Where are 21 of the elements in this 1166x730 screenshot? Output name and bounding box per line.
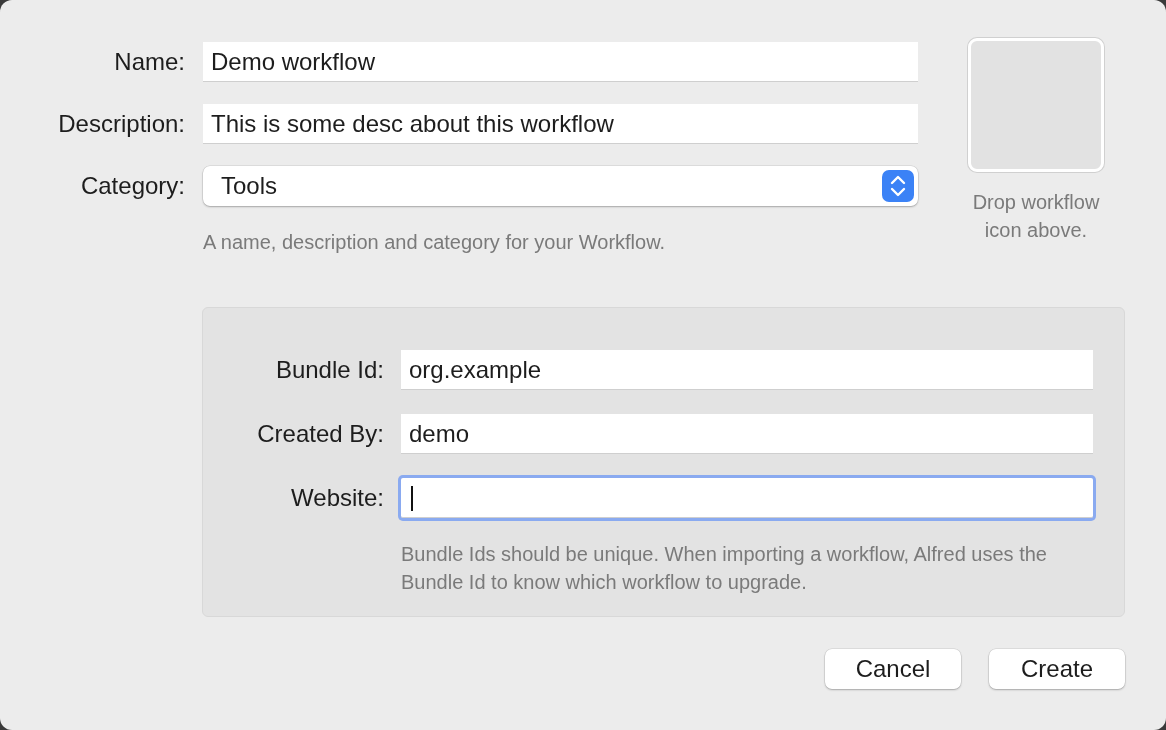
drop-caption: Drop workflow icon above.	[971, 190, 1101, 243]
field-label: Created By:	[256, 420, 384, 448]
text-field[interactable]: org.example	[401, 350, 1093, 390]
hint-text: A name, description and category for your Workflow.	[203, 230, 667, 255]
field-label: Description:	[57, 110, 185, 138]
icon-drop-well[interactable]	[968, 38, 1104, 172]
popup-value: Tools	[221, 172, 278, 200]
text-field[interactable]: demo	[401, 414, 1093, 454]
dialog-button[interactable]: Cancel	[825, 649, 961, 689]
field-label: Website:	[290, 484, 384, 512]
text-field[interactable]	[401, 478, 1093, 518]
category-popup[interactable]: Tools	[203, 166, 918, 206]
hint-text: Bundle Ids should be unique. When importing a workflow, Alfred uses the Bundle Id to know which workflow to upgrade.	[401, 542, 1048, 595]
text-field[interactable]: This is some desc about this workflow	[203, 104, 918, 144]
field-label: Bundle Id:	[274, 356, 384, 384]
text-cursor	[411, 486, 413, 511]
field-label: Name:	[113, 48, 185, 76]
dialog-button[interactable]: Create	[989, 649, 1125, 689]
field-label: Category:	[79, 172, 185, 200]
text-field[interactable]: Demo workflow	[203, 42, 918, 82]
up-down-chevron-icon	[882, 170, 914, 202]
